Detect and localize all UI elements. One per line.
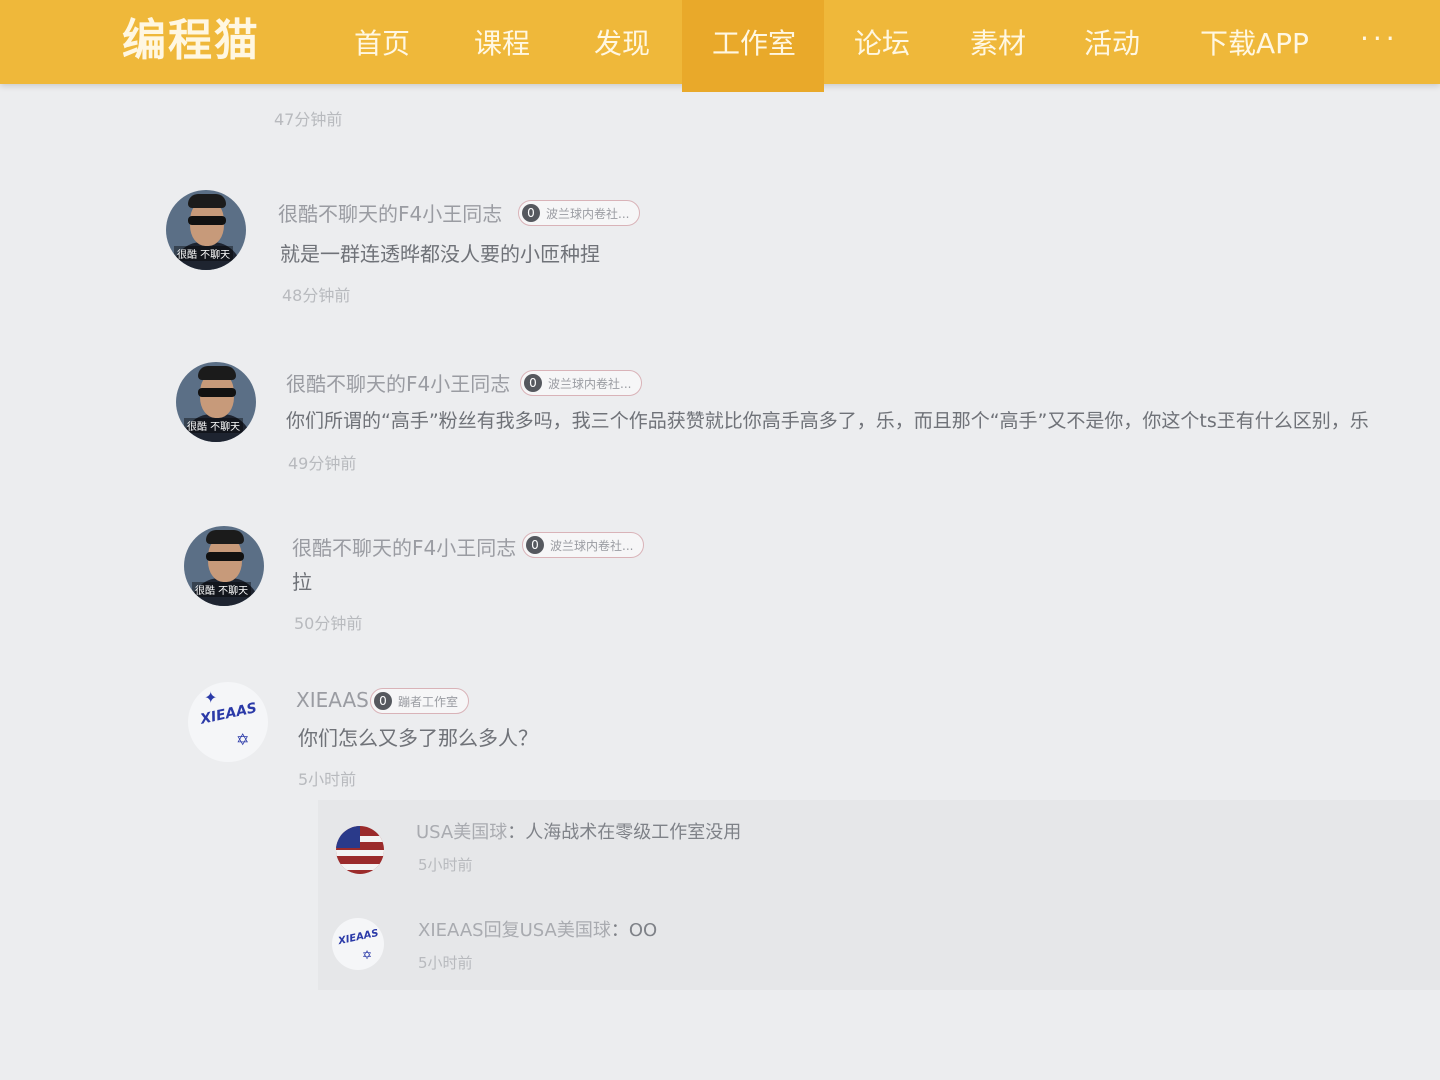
avatar-glasses bbox=[198, 388, 236, 397]
avatar-hair bbox=[188, 194, 226, 208]
top-nav-bar: 编程猫 首页 课程 发现 工作室 论坛 素材 活动 下载APP ··· bbox=[0, 0, 1440, 92]
avatar[interactable]: XIEAAS ✦ ✡ bbox=[188, 682, 268, 762]
reply-content: XIEAAS回复USA美国球：OO bbox=[418, 916, 657, 942]
star-icon: ✡ bbox=[236, 730, 250, 749]
reply-content: USA美国球：人海战术在零级工作室没用 bbox=[416, 818, 741, 844]
reply-username[interactable]: XIEAAS回复USA美国球 bbox=[418, 920, 611, 941]
avatar[interactable]: 很酷 不聊天 bbox=[166, 190, 246, 270]
studio-badge[interactable]: 0 波兰球内卷社... bbox=[518, 200, 641, 226]
badge-label: 波兰球内卷社... bbox=[548, 376, 632, 391]
avatar-logo: XIEAAS bbox=[337, 927, 380, 948]
comment-time: 50分钟前 bbox=[294, 614, 363, 633]
reply-list: USA美国球：人海战术在零级工作室没用 5小时前 XIEAAS ✡ XIEAAS… bbox=[318, 800, 1440, 990]
comment-username[interactable]: 很酷不聊天的F4小王同志 bbox=[292, 532, 516, 561]
comment-time: 5小时前 bbox=[298, 770, 357, 789]
studio-badge[interactable]: 0 波兰球内卷社... bbox=[520, 370, 643, 396]
level-icon: 0 bbox=[522, 204, 540, 222]
flag-canton bbox=[336, 826, 360, 848]
nav-courses[interactable]: 课程 bbox=[474, 22, 530, 62]
reply-text: 人海战术在零级工作室没用 bbox=[525, 822, 742, 843]
flag-stripe bbox=[336, 850, 384, 856]
badge-label: 波兰球内卷社... bbox=[550, 538, 634, 553]
avatar-hair bbox=[206, 530, 244, 544]
comment-time: 47分钟前 bbox=[274, 110, 343, 129]
nav-studio[interactable]: 工作室 bbox=[712, 22, 796, 62]
avatar-tag: 很酷 不聊天 bbox=[184, 418, 244, 433]
nav-more-icon[interactable]: ··· bbox=[1360, 22, 1399, 55]
comment-time: 48分钟前 bbox=[282, 286, 351, 305]
nav-materials[interactable]: 素材 bbox=[970, 22, 1026, 62]
comment-text: 你们所谓的“高手”粉丝有我多吗，我三个作品获赞就比你高手高多了，乐，而且那个“高… bbox=[286, 410, 1369, 432]
comment-username[interactable]: 很酷不聊天的F4小王同志 bbox=[278, 198, 502, 227]
studio-badge[interactable]: 0 蹦者工作室 bbox=[370, 688, 470, 714]
avatar[interactable] bbox=[336, 826, 384, 874]
comment-text: 你们怎么又多了那么多人？ bbox=[298, 726, 538, 750]
reply-time: 5小时前 bbox=[418, 954, 473, 972]
badge-label: 蹦者工作室 bbox=[398, 694, 459, 709]
comment-text: 就是一群连透晔都没人要的小匝种捏 bbox=[280, 242, 600, 266]
site-logo[interactable]: 编程猫 bbox=[122, 4, 260, 68]
flag-stripe bbox=[336, 864, 384, 870]
badge-label: 波兰球内卷社... bbox=[546, 206, 630, 221]
star-icon: ✦ bbox=[204, 688, 218, 707]
level-icon: 0 bbox=[374, 692, 392, 710]
studio-badge[interactable]: 0 波兰球内卷社... bbox=[522, 532, 645, 558]
avatar[interactable]: 很酷 不聊天 bbox=[184, 526, 264, 606]
avatar[interactable]: XIEAAS ✡ bbox=[332, 918, 384, 970]
reply-separator: ： bbox=[507, 822, 526, 843]
comment-username[interactable]: XIEAAS bbox=[296, 688, 369, 712]
avatar-tag: 很酷 不聊天 bbox=[192, 582, 252, 597]
avatar[interactable]: 很酷 不聊天 bbox=[176, 362, 256, 442]
comment-time: 49分钟前 bbox=[288, 454, 357, 473]
reply-text: OO bbox=[628, 920, 658, 941]
avatar-glasses bbox=[188, 216, 226, 225]
level-icon: 0 bbox=[524, 374, 542, 392]
nav-discover[interactable]: 发现 bbox=[594, 22, 650, 62]
comment-username[interactable]: 很酷不聊天的F4小王同志 bbox=[286, 368, 510, 397]
star-icon: ✡ bbox=[362, 948, 373, 962]
reply-username[interactable]: USA美国球 bbox=[416, 822, 507, 843]
avatar-glasses bbox=[206, 552, 244, 561]
nav-download-app[interactable]: 下载APP bbox=[1200, 22, 1309, 62]
level-icon: 0 bbox=[526, 536, 544, 554]
reply-time: 5小时前 bbox=[418, 856, 473, 874]
reply-separator: ： bbox=[610, 920, 629, 941]
nav-home[interactable]: 首页 bbox=[354, 22, 410, 62]
nav-forum[interactable]: 论坛 bbox=[854, 22, 910, 62]
nav-activities[interactable]: 活动 bbox=[1084, 22, 1140, 62]
avatar-hair bbox=[198, 366, 236, 380]
avatar-tag: 很酷 不聊天 bbox=[174, 246, 234, 261]
comment-text: 拉 bbox=[292, 570, 312, 594]
